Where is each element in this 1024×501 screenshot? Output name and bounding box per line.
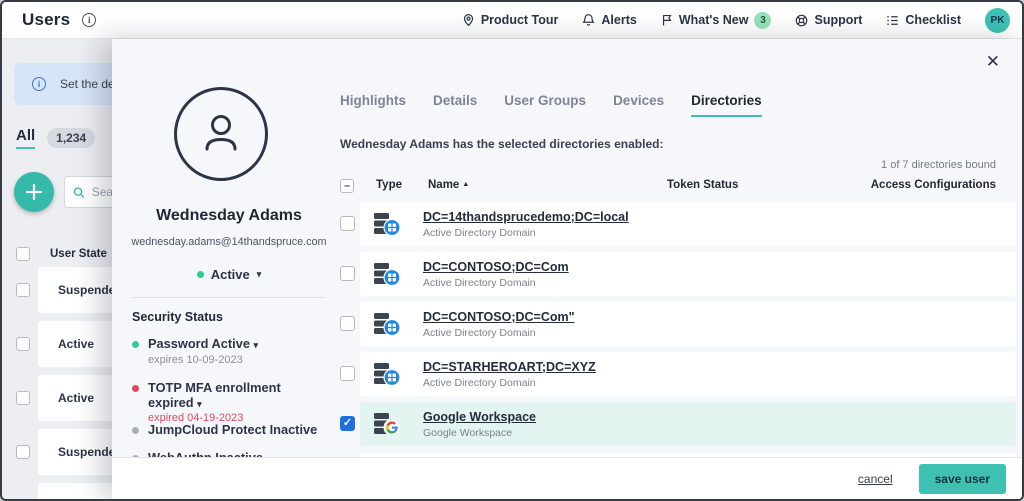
nav-label: Alerts <box>601 13 636 27</box>
directory-row[interactable]: DC=STARHEROART;DC=XYZ Active Directory D… <box>360 352 1016 396</box>
row-checkbox[interactable] <box>16 283 30 297</box>
directory-row[interactable]: DC=CONTOSO;DC=Com" Active Directory Doma… <box>360 302 1016 346</box>
active-directory-icon <box>374 212 401 236</box>
top-bar: Users i Product Tour Alerts <box>2 2 1022 39</box>
page-info-icon[interactable]: i <box>82 13 96 27</box>
all-count-badge: 1,234 <box>47 128 95 148</box>
nav-label: Checklist <box>905 13 961 27</box>
directory-checkbox[interactable] <box>340 216 355 231</box>
column-user-state: User State <box>50 248 107 260</box>
user-avatar[interactable]: PK <box>985 8 1010 33</box>
directory-name-link[interactable]: DC=14thandsprucedemo;DC=local <box>423 210 629 224</box>
directory-row[interactable]: DC=14thandsprucedemo;DC=local Active Dir… <box>360 202 1016 246</box>
nav-product-tour[interactable]: Product Tour <box>462 13 559 27</box>
add-user-button[interactable] <box>14 172 54 212</box>
user-state: Active <box>58 337 94 351</box>
directory-type: Active Directory Domain <box>423 277 569 289</box>
bell-icon <box>582 13 595 27</box>
directory-type: Active Directory Domain <box>423 327 575 339</box>
banner-info-icon: i <box>32 77 46 91</box>
nav-label: Support <box>814 13 862 27</box>
plus-icon <box>24 182 44 202</box>
checklist-icon <box>886 14 899 27</box>
directory-checkbox[interactable] <box>340 266 355 281</box>
tour-pin-icon <box>462 13 475 27</box>
modal-footer: cancel save user <box>112 457 1022 499</box>
directory-row[interactable]: DC=CONTOSO;DC=Com Active Directory Domai… <box>360 252 1016 296</box>
directory-name-link[interactable]: Google Workspace <box>423 410 536 424</box>
nav-whats-new[interactable]: What's New 3 <box>661 12 772 29</box>
select-all-checkbox[interactable] <box>16 247 30 261</box>
directory-checkbox[interactable] <box>340 366 355 381</box>
directory-checkbox-checked[interactable]: ✓ <box>340 416 355 431</box>
directory-name-link[interactable]: DC=CONTOSO;DC=Com <box>423 260 569 274</box>
directory-name-link[interactable]: DC=CONTOSO;DC=Com" <box>423 310 575 324</box>
directory-checkbox[interactable] <box>340 316 355 331</box>
active-directory-icon <box>374 312 401 336</box>
directory-name-link[interactable]: DC=STARHEROART;DC=XYZ <box>423 360 596 374</box>
nav-support[interactable]: Support <box>795 13 862 27</box>
nav-alerts[interactable]: Alerts <box>582 13 636 27</box>
app-window: Users i Product Tour Alerts <box>0 0 1024 501</box>
directories-table-body: DC=14thandsprucedemo;DC=local Active Dir… <box>112 39 1022 457</box>
nav-label: What's New <box>679 13 749 27</box>
row-checkbox[interactable] <box>16 445 30 459</box>
row-checkbox[interactable] <box>16 391 30 405</box>
page-title: Users <box>22 10 70 30</box>
save-user-button[interactable]: save user <box>919 464 1006 494</box>
top-navigation: Product Tour Alerts What's New 3 <box>462 8 1010 33</box>
active-directory-icon <box>374 262 401 286</box>
directory-row-selected[interactable]: Google Workspace Google Workspace <box>360 402 1016 446</box>
search-icon <box>73 186 85 199</box>
whats-new-count-badge: 3 <box>754 12 771 29</box>
directory-type: Active Directory Domain <box>423 377 596 389</box>
lifebuoy-icon <box>795 14 808 27</box>
directory-type: Active Directory Domain <box>423 227 629 239</box>
tab-all[interactable]: All <box>16 127 35 149</box>
user-state: Active <box>58 391 94 405</box>
nav-label: Product Tour <box>481 13 559 27</box>
row-checkbox[interactable] <box>16 337 30 351</box>
user-detail-modal: ✕ Wednesday Adams wednesday.adams@14than… <box>112 39 1022 499</box>
list-header: User State <box>16 247 107 261</box>
active-directory-icon <box>374 362 401 386</box>
google-workspace-icon <box>374 412 401 436</box>
cancel-button[interactable]: cancel <box>858 472 893 486</box>
directory-type: Google Workspace <box>423 427 536 439</box>
flag-icon <box>661 13 673 27</box>
nav-checklist[interactable]: Checklist <box>886 13 961 27</box>
